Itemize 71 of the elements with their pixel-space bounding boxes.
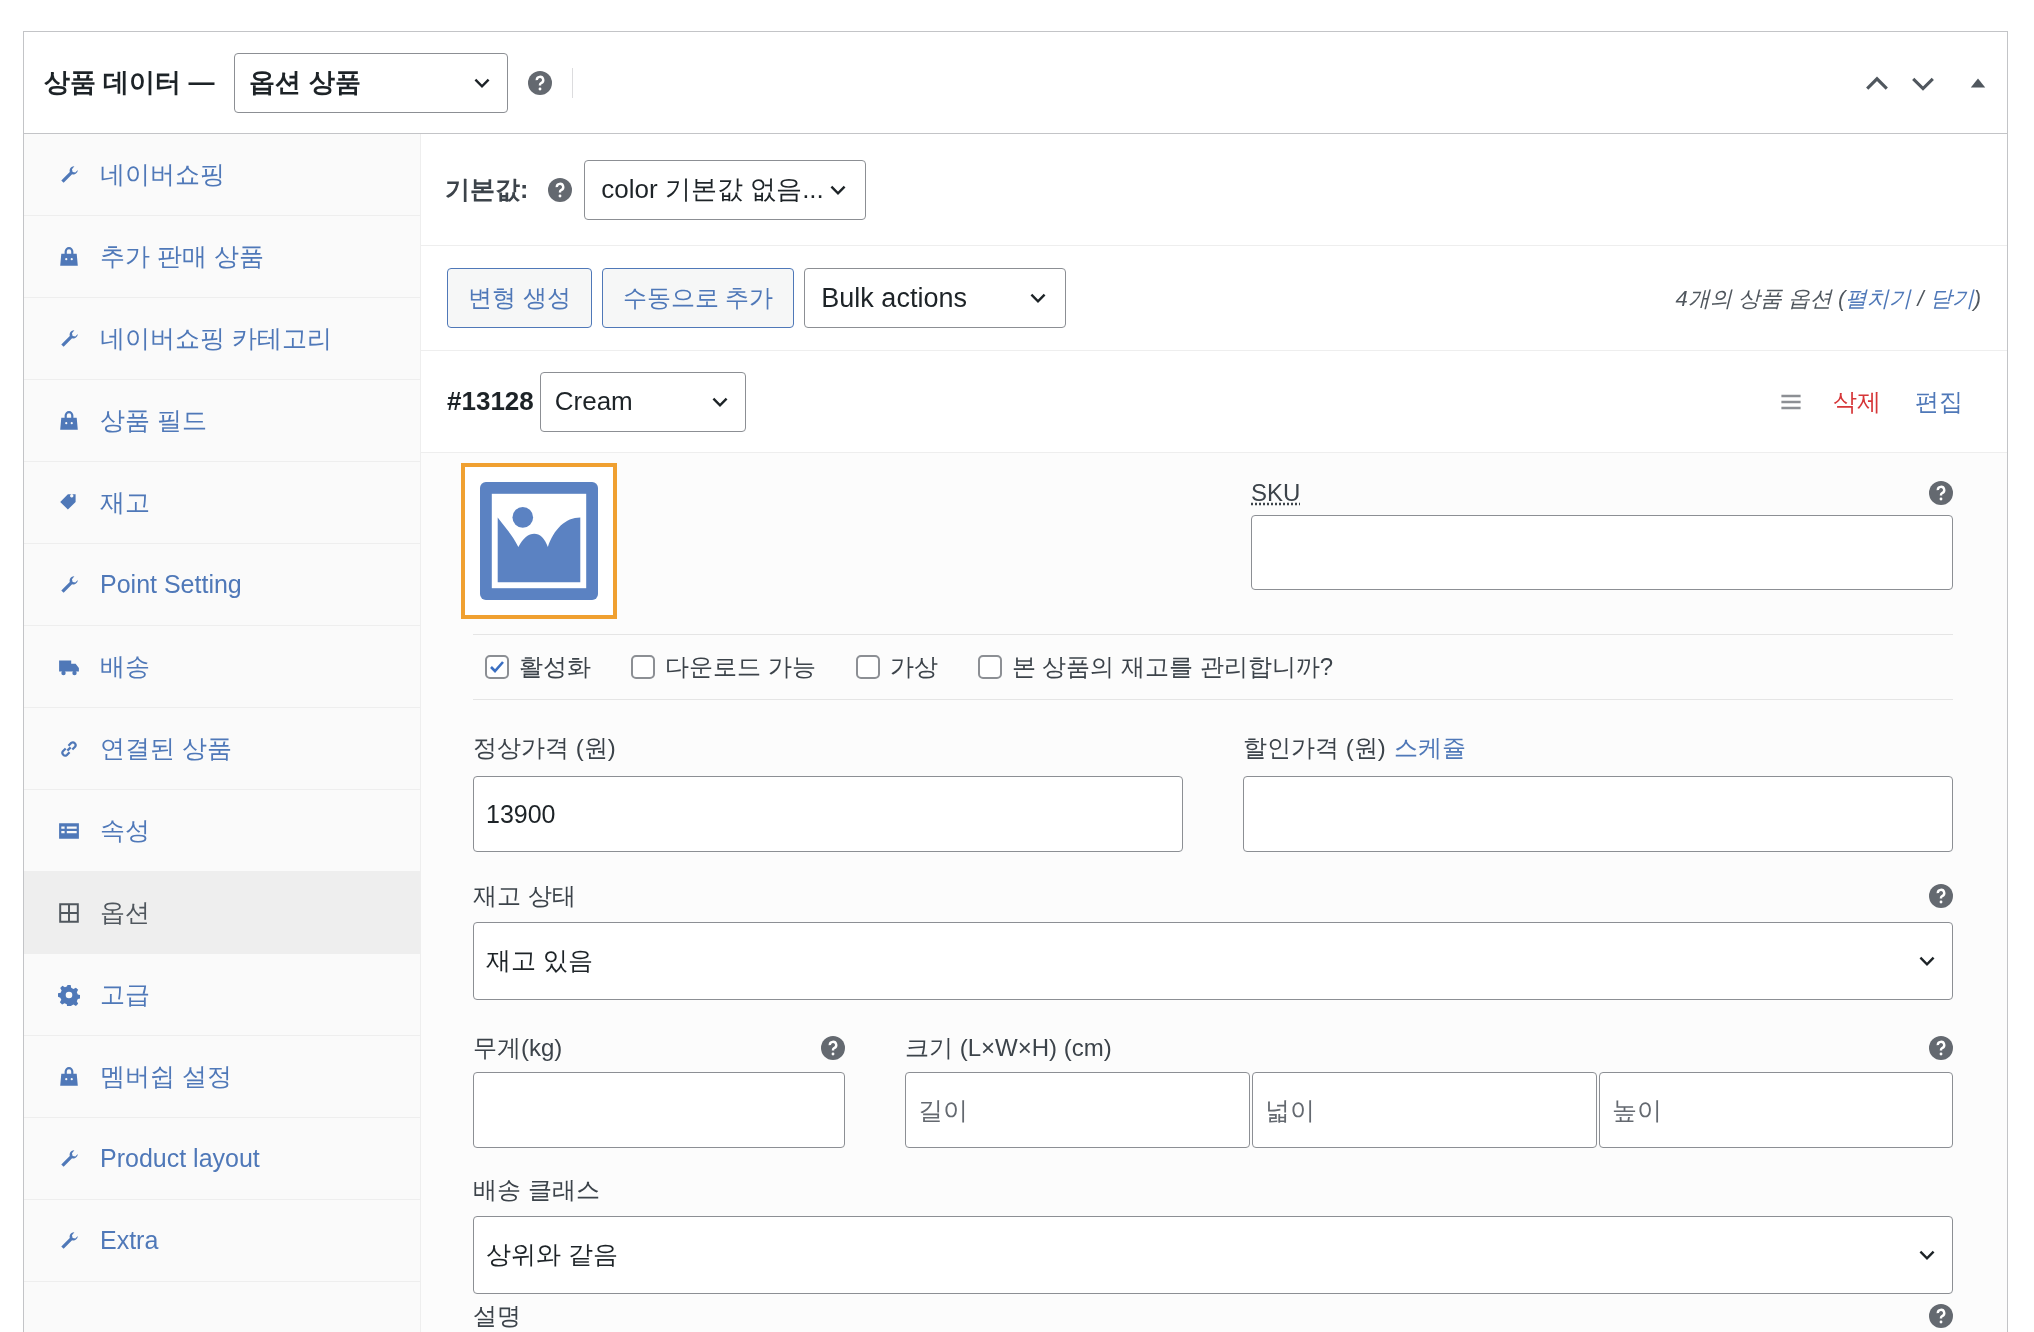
- wrench-icon: [58, 1147, 80, 1170]
- wrench-icon: [58, 1229, 80, 1252]
- field-label: 할인가격 (원): [1243, 733, 1386, 763]
- toolbar-button[interactable]: 변형 생성: [447, 268, 592, 328]
- help-icon[interactable]: [821, 1036, 845, 1060]
- field-label: 재고 상태: [473, 881, 576, 911]
- field-label: 정상가격 (원): [473, 733, 617, 763]
- edit-link[interactable]: 편집: [1915, 383, 1963, 420]
- variation-count-text: 4개의 상품 옵션 (펼치기 / 닫기): [1675, 284, 1981, 313]
- sidebar-item[interactable]: Extra: [24, 1200, 420, 1282]
- sidebar-item[interactable]: Point Setting: [24, 544, 420, 626]
- default-label: 기본값:: [445, 173, 529, 205]
- field-label: 배송 클래스: [473, 1175, 601, 1205]
- help-icon[interactable]: [528, 70, 553, 95]
- default-value-select[interactable]: color 기본값 없음...: [584, 159, 867, 220]
- shopping-bag-icon: [58, 245, 80, 268]
- help-icon[interactable]: [1929, 481, 1953, 505]
- checkbox-option[interactable]: 가상: [855, 649, 938, 685]
- sidebar-item[interactable]: 재고: [24, 462, 420, 544]
- toolbar-button[interactable]: 수동으로 추가: [601, 268, 795, 328]
- sidebar-item[interactable]: 연결된 상품: [24, 708, 420, 790]
- sidebar-item[interactable]: 네이버쇼핑: [24, 134, 420, 216]
- help-icon[interactable]: [1929, 1036, 1953, 1060]
- image-upload-button[interactable]: [461, 463, 617, 619]
- help-icon[interactable]: [1929, 1304, 1953, 1328]
- schedule-link[interactable]: 스케쥴: [1393, 730, 1466, 766]
- checkbox[interactable]: [485, 655, 509, 679]
- wrench-icon: [58, 163, 80, 186]
- checkbox[interactable]: [977, 655, 1002, 679]
- grid-icon: [58, 901, 80, 924]
- toggle-link[interactable]: 닫기: [1929, 285, 1974, 311]
- shipping-class-select[interactable]: 상위와 같음: [473, 1216, 1953, 1294]
- checkbox[interactable]: [855, 655, 880, 679]
- sidebar-item[interactable]: 옵션: [24, 872, 420, 954]
- checkbox-option[interactable]: 다운로드 가능: [631, 649, 816, 685]
- regular-price-field[interactable]: 13900: [473, 776, 1183, 852]
- stock-status-select[interactable]: 재고 있음: [473, 922, 1953, 1000]
- sku-field[interactable]: [1251, 515, 1953, 590]
- field-label: 크기 (L×W×H) (cm): [905, 1033, 1112, 1063]
- sidebar-item[interactable]: 멤버쉽 설정: [24, 1036, 420, 1118]
- sku-label: SKU: [1251, 478, 1301, 508]
- wrench-icon: [58, 327, 80, 350]
- sidebar-item[interactable]: Product layout: [24, 1118, 420, 1200]
- help-icon[interactable]: [548, 177, 573, 202]
- dimension-field[interactable]: 길이: [905, 1072, 1250, 1148]
- image-placeholder-icon: [480, 482, 598, 600]
- bulk-actions-select[interactable]: Bulk actions: [804, 268, 1067, 328]
- product-type-select[interactable]: 옵션 상품: [234, 52, 509, 113]
- sidebar-item[interactable]: 고급: [24, 954, 420, 1036]
- sidebar-item[interactable]: 상품 필드: [24, 380, 420, 462]
- field-label: 설명: [473, 1301, 521, 1331]
- wrench-icon: [58, 573, 80, 596]
- field-label: 무게(kg): [473, 1033, 563, 1063]
- checkbox-option[interactable]: 활성화: [485, 649, 591, 685]
- attribute-select[interactable]: Cream: [539, 371, 746, 432]
- help-icon[interactable]: [1929, 884, 1953, 908]
- sidebar-item[interactable]: 배송: [24, 626, 420, 708]
- sale-price-field[interactable]: [1243, 776, 1953, 852]
- variation-id: #13128: [447, 385, 534, 418]
- delete-link[interactable]: 삭제: [1833, 383, 1881, 420]
- weight-field[interactable]: [473, 1072, 845, 1148]
- shopping-bag-icon: [58, 409, 80, 432]
- checkbox-option[interactable]: 본 상품의 재고를 관리합니까?: [977, 649, 1334, 685]
- checkbox[interactable]: [631, 655, 655, 679]
- sidebar-item[interactable]: 네이버쇼핑 카테고리: [24, 298, 420, 380]
- sidebar-item[interactable]: 추가 판매 상품: [24, 216, 420, 298]
- panel-title: 상품 데이터 —: [44, 66, 215, 99]
- shopping-bag-icon: [58, 1065, 80, 1088]
- dimension-field[interactable]: 넓이: [1251, 1072, 1597, 1148]
- settings-icon: [58, 983, 80, 1006]
- dimension-field[interactable]: 높이: [1598, 1072, 1953, 1148]
